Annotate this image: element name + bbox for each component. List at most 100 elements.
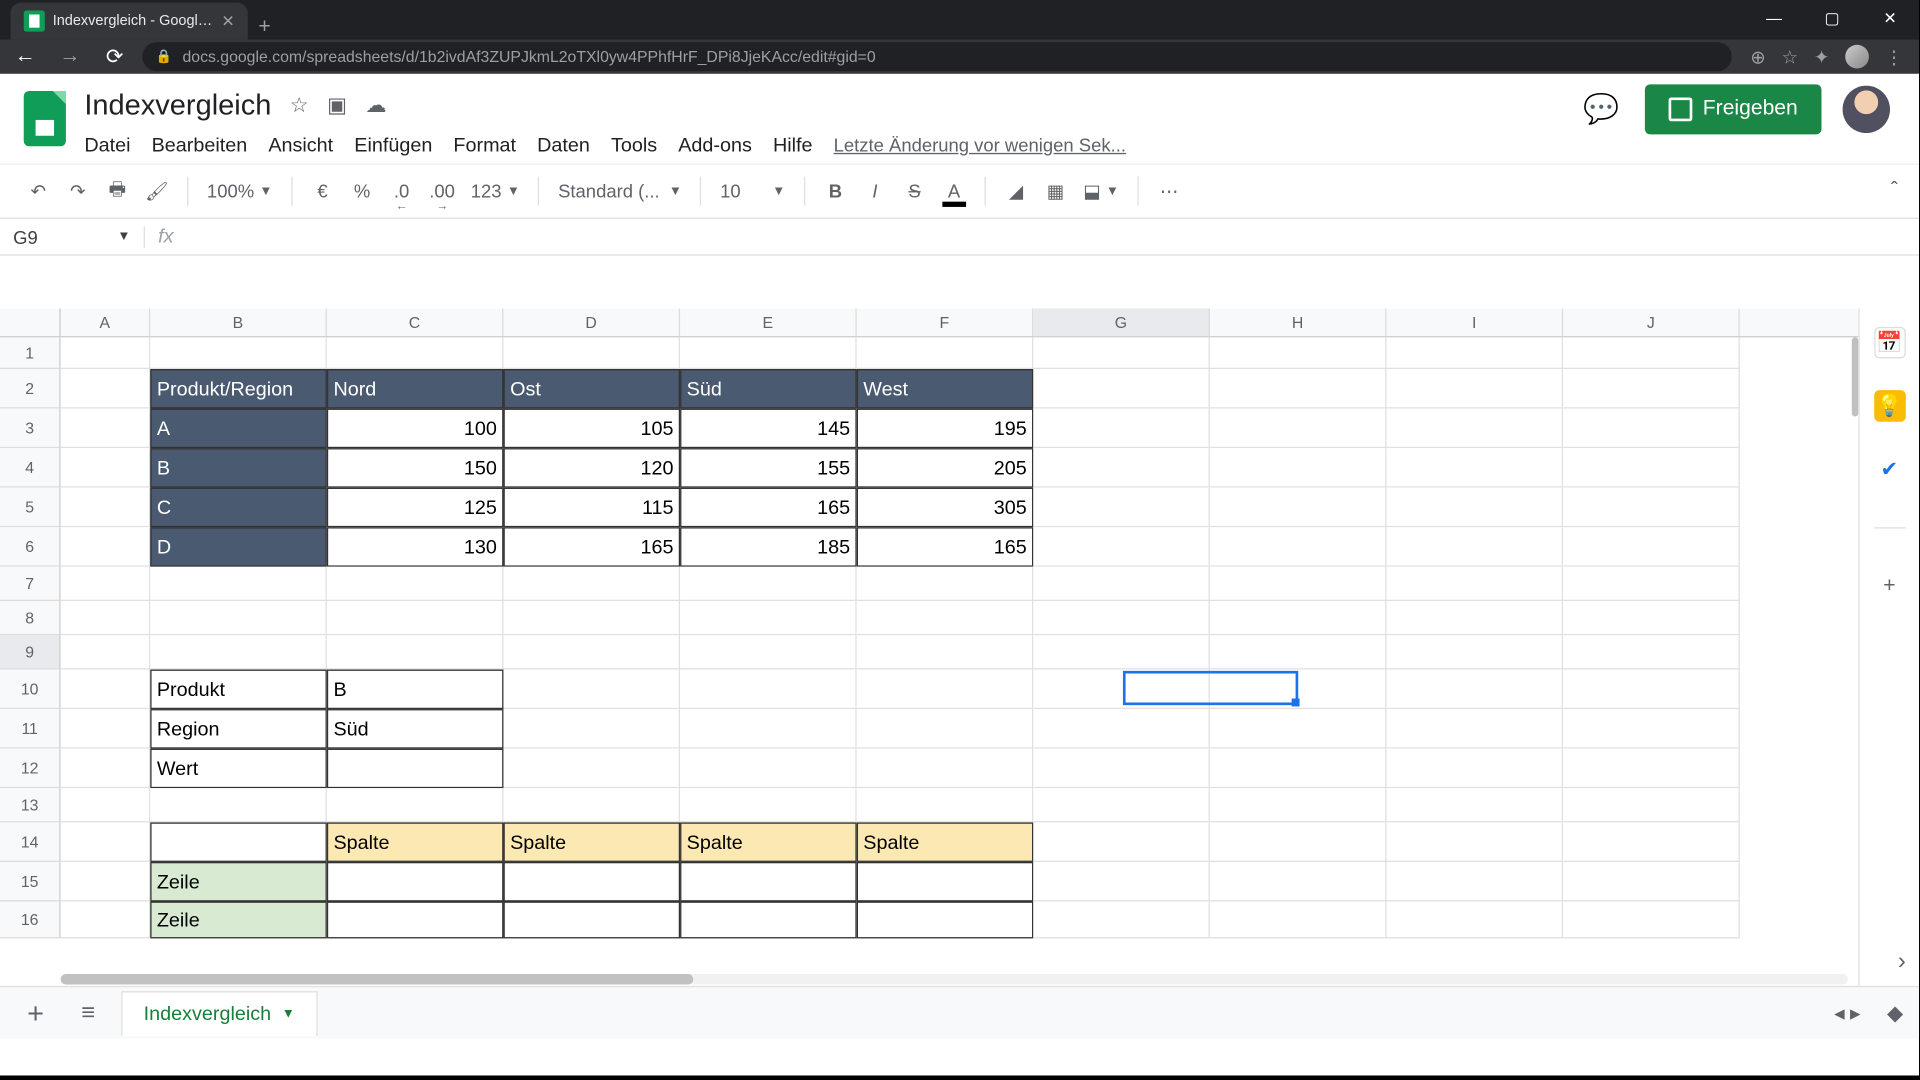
more-toolbar-button[interactable]: ⋯ [1152, 173, 1186, 210]
row-header[interactable]: 1 [0, 337, 61, 369]
cell[interactable]: Süd [327, 709, 504, 749]
cell[interactable]: 125 [327, 488, 504, 528]
row-header[interactable]: 6 [0, 527, 61, 567]
horizontal-scrollbar[interactable] [61, 973, 1848, 986]
comments-button[interactable]: 💬 [1579, 87, 1624, 132]
select-all-corner[interactable] [0, 308, 61, 336]
row-header[interactable]: 2 [0, 369, 61, 409]
print-button[interactable]: 🖶 [100, 173, 134, 210]
cell[interactable] [503, 902, 680, 939]
currency-button[interactable]: € [305, 173, 339, 210]
cell[interactable]: 305 [857, 488, 1034, 528]
menu-format[interactable]: Format [453, 134, 516, 156]
all-sheets-button[interactable]: ≡ [69, 999, 109, 1027]
row-header[interactable]: 4 [0, 448, 61, 488]
cell[interactable]: 145 [680, 409, 857, 449]
browser-profile-avatar[interactable] [1845, 45, 1869, 69]
close-tab-icon[interactable]: ✕ [221, 12, 234, 30]
cell[interactable]: Nord [327, 369, 504, 409]
menu-ansicht[interactable]: Ansicht [268, 134, 333, 156]
cell[interactable]: 155 [680, 448, 857, 488]
window-maximize-button[interactable]: ▢ [1803, 0, 1861, 37]
borders-button[interactable]: ▦ [1038, 173, 1072, 210]
cell[interactable]: D [150, 527, 327, 567]
cell[interactable]: 150 [327, 448, 504, 488]
text-color-button[interactable]: A [937, 173, 971, 210]
merge-cells-button[interactable]: ⬓▼ [1078, 180, 1124, 202]
decrease-decimal-button[interactable]: .0← [384, 173, 418, 210]
calendar-icon[interactable]: 📅 [1874, 327, 1906, 359]
cell[interactable] [150, 822, 327, 862]
extensions-icon[interactable]: ✦ [1814, 45, 1829, 67]
address-bar[interactable]: 🔒 docs.google.com/spreadsheets/d/1b2ivdA… [142, 42, 1731, 71]
menu-tools[interactable]: Tools [611, 134, 657, 156]
col-header[interactable]: A [61, 308, 151, 336]
name-box[interactable]: G9 ▼ [0, 226, 145, 247]
row-header[interactable]: 8 [0, 601, 61, 635]
browser-tab[interactable]: Indexvergleich - Google Tabellen ✕ [11, 3, 248, 40]
cell[interactable]: A [150, 409, 327, 449]
strikethrough-button[interactable]: S [897, 173, 931, 210]
percent-button[interactable]: % [345, 173, 379, 210]
cell[interactable]: 130 [327, 527, 504, 567]
row-header[interactable]: 11 [0, 709, 61, 749]
cell[interactable] [857, 862, 1034, 902]
side-panel-expand-icon[interactable]: › [1898, 948, 1906, 976]
sheet-tab[interactable]: Indexvergleich ▼ [121, 990, 317, 1035]
browser-back-button[interactable]: ← [8, 45, 42, 69]
cell[interactable]: Ost [503, 369, 680, 409]
col-header[interactable]: E [680, 308, 857, 336]
number-format-select[interactable]: 123▼ [466, 181, 526, 202]
cell[interactable]: 165 [680, 488, 857, 528]
browser-reload-button[interactable]: ⟳ [98, 43, 132, 69]
menu-addons[interactable]: Add-ons [678, 134, 752, 156]
window-close-button[interactable]: ✕ [1861, 0, 1919, 37]
cell[interactable]: 115 [503, 488, 680, 528]
col-header[interactable]: F [857, 308, 1034, 336]
cell[interactable]: B [150, 448, 327, 488]
browser-forward-button[interactable]: → [53, 45, 87, 69]
bookmark-star-icon[interactable]: ☆ [1782, 45, 1799, 67]
zoom-select[interactable]: 100%▼ [202, 181, 278, 202]
spreadsheet-grid[interactable]: A B C D E F G H I J 1 2 Produkt/Region N… [0, 308, 1858, 985]
zoom-icon[interactable]: ⊕ [1750, 45, 1765, 67]
cell[interactable]: Zeile [150, 862, 327, 902]
cell[interactable]: Produkt/Region [150, 369, 327, 409]
italic-button[interactable]: I [858, 173, 892, 210]
cell[interactable]: 100 [327, 409, 504, 449]
menu-hilfe[interactable]: Hilfe [773, 134, 813, 156]
add-addon-icon[interactable]: + [1874, 571, 1906, 603]
cell[interactable]: Süd [680, 369, 857, 409]
increase-decimal-button[interactable]: .00→ [424, 173, 460, 210]
cell[interactable]: 185 [680, 527, 857, 567]
keep-icon[interactable]: 💡 [1874, 390, 1906, 422]
name-box-dropdown-icon[interactable]: ▼ [117, 229, 130, 243]
account-avatar[interactable] [1843, 86, 1890, 133]
sheet-nav-right-icon[interactable]: ▸ [1850, 1000, 1861, 1026]
window-minimize-button[interactable]: — [1745, 0, 1803, 37]
add-sheet-button[interactable]: + [16, 996, 56, 1030]
move-icon[interactable]: ▣ [327, 92, 347, 118]
cell[interactable] [680, 862, 857, 902]
tasks-icon[interactable]: ✔ [1874, 453, 1906, 485]
col-header[interactable]: C [327, 308, 504, 336]
row-header[interactable]: 5 [0, 488, 61, 528]
menu-einfuegen[interactable]: Einfügen [354, 134, 432, 156]
col-header[interactable]: J [1563, 308, 1740, 336]
row-header[interactable]: 7 [0, 567, 61, 601]
cell[interactable]: 165 [857, 527, 1034, 567]
font-size-select[interactable]: 10▼ [715, 181, 791, 202]
redo-button[interactable]: ↷ [61, 173, 95, 210]
explore-button[interactable]: ◆ [1887, 1000, 1903, 1026]
new-tab-button[interactable]: + [248, 16, 281, 40]
cell[interactable]: West [857, 369, 1034, 409]
fill-color-button[interactable]: ◢ [999, 173, 1033, 210]
sheet-nav-left-icon[interactable]: ◂ [1834, 1000, 1845, 1026]
col-header[interactable]: D [503, 308, 680, 336]
cell[interactable]: 120 [503, 448, 680, 488]
cell[interactable]: 105 [503, 409, 680, 449]
menu-daten[interactable]: Daten [537, 134, 590, 156]
cell[interactable]: Zeile [150, 902, 327, 939]
cloud-status-icon[interactable]: ☁ [366, 92, 387, 118]
browser-menu-icon[interactable]: ⋮ [1885, 45, 1903, 67]
